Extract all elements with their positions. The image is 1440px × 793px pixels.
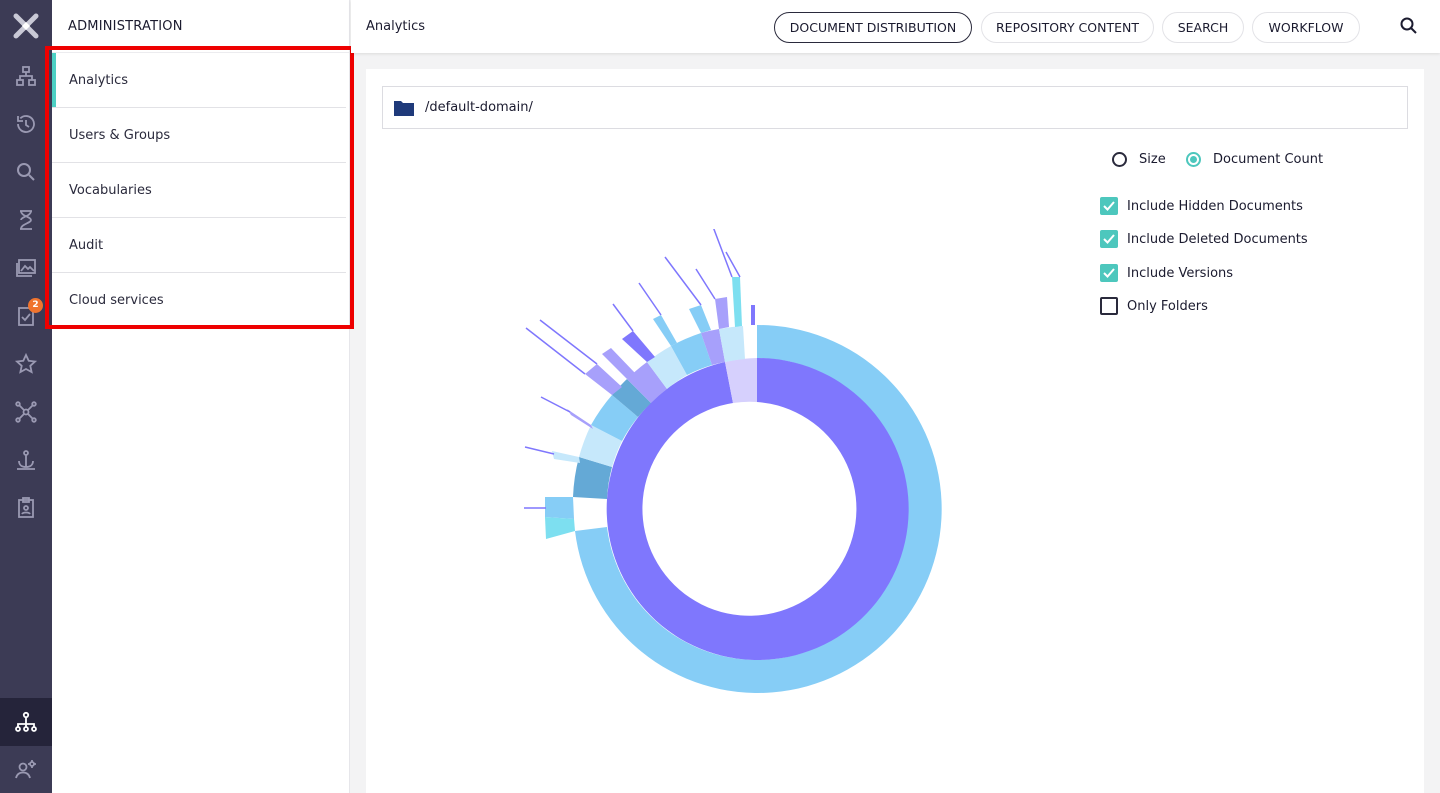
radio-document-count[interactable]: Document Count [1186,152,1323,167]
admin-item-users-groups[interactable]: Users & Groups [52,108,346,163]
admin-panel: ADMINISTRATION Analytics Users & Groups … [52,0,350,793]
admin-header: ADMINISTRATION [52,0,349,53]
admin-item-analytics[interactable]: Analytics [52,53,346,108]
radio-size-label: Size [1139,152,1166,167]
tasks-icon[interactable]: 2 [0,292,52,340]
radio-size[interactable]: Size [1112,152,1166,167]
tab-document-distribution[interactable]: DOCUMENT DISTRIBUTION [774,12,972,43]
radio-count-label: Document Count [1213,152,1324,167]
page-title: Analytics [366,19,426,34]
path-label: /default-domain/ [425,100,533,115]
hidden-docs-label: Include Hidden Documents [1127,198,1303,214]
check-icon[interactable] [1100,264,1118,282]
checkbox-versions[interactable]: Include Versions [1100,264,1233,282]
unchecked-box[interactable] [1100,297,1118,315]
path-selector[interactable]: /default-domain/ [382,86,1408,129]
search-icon[interactable] [0,148,52,196]
star-icon[interactable] [0,340,52,388]
deleted-docs-label: Include Deleted Documents [1127,231,1308,247]
sunburst-segment [715,297,729,329]
versions-label: Include Versions [1127,265,1234,281]
check-icon[interactable] [1100,197,1118,215]
sunburst-chart[interactable] [506,229,966,699]
sunburst-segment [732,277,742,327]
network-icon[interactable] [0,388,52,436]
checkbox-only-folders[interactable]: Only Folders [1100,297,1208,315]
logo-x-icon[interactable] [0,0,52,52]
sunburst-segment [545,497,574,519]
user-settings-icon[interactable] [0,746,52,793]
sunburst-segment [653,315,677,346]
hierarchy-icon[interactable] [0,52,52,100]
sunburst-segment [622,331,655,362]
sunburst-segment [751,305,755,325]
tab-workflow[interactable]: WORKFLOW [1252,12,1360,43]
checkbox-deleted-docs[interactable]: Include Deleted Documents [1100,230,1308,248]
folder-icon [394,100,414,116]
admin-tree-icon[interactable] [0,698,52,746]
check-icon[interactable] [1100,230,1118,248]
sunburst-segment [545,517,575,539]
hourglass-icon[interactable] [0,196,52,244]
tasks-badge: 2 [28,298,43,313]
top-bar: Analytics DOCUMENT DISTRIBUTION REPOSITO… [351,0,1440,53]
only-folders-label: Only Folders [1127,298,1208,314]
search-icon[interactable] [1398,15,1420,37]
admin-item-audit[interactable]: Audit [52,218,346,273]
sunburst-segment [585,364,622,395]
admin-menu: Analytics Users & Groups Vocabularies Au… [52,53,346,328]
gallery-icon[interactable] [0,244,52,292]
tab-repository-content[interactable]: REPOSITORY CONTENT [981,12,1154,43]
anchor-icon[interactable] [0,436,52,484]
radio-count-circle[interactable] [1186,152,1201,167]
tab-search[interactable]: SEARCH [1162,12,1244,43]
checkbox-hidden-docs[interactable]: Include Hidden Documents [1100,197,1303,215]
clipboard-user-icon[interactable] [0,484,52,532]
admin-item-cloud-services[interactable]: Cloud services [52,273,346,328]
left-rail: 2 [0,0,52,793]
history-icon[interactable] [0,100,52,148]
sunburst-segment [552,451,580,463]
sunburst-segment [689,305,711,333]
admin-item-vocabularies[interactable]: Vocabularies [52,163,346,218]
sunburst-inner-ring [606,357,909,660]
analytics-card: /default-domain/ Size Document Count Inc… [366,69,1424,793]
sunburst-segment [567,409,593,429]
radio-size-circle[interactable] [1112,152,1127,167]
